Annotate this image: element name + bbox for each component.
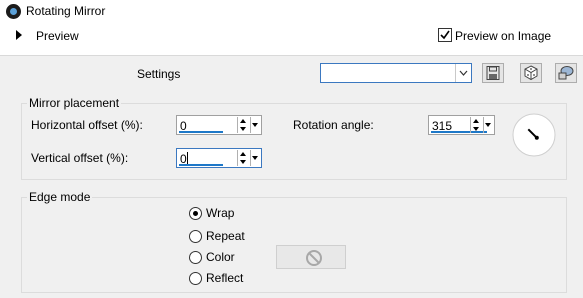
window-title: Rotating Mirror (26, 4, 106, 18)
edge-mode-reflect-label[interactable]: Reflect (206, 271, 243, 285)
edge-mode-repeat-label[interactable]: Repeat (206, 229, 245, 243)
edge-mode-color-radio[interactable] (189, 251, 202, 264)
edge-color-swatch-button[interactable] (276, 245, 346, 269)
reset-defaults-button[interactable] (555, 63, 577, 83)
horizontal-offset-label: Horizontal offset (%): (31, 118, 143, 132)
rotation-angle-spinner[interactable]: 315 (428, 115, 495, 135)
horizontal-offset-stepper[interactable] (237, 117, 249, 133)
rotation-angle-stepper[interactable] (470, 117, 482, 133)
preset-dropdown[interactable] (320, 63, 472, 83)
reset-defaults-icon (558, 66, 574, 80)
vertical-offset-label: Vertical offset (%): (31, 151, 129, 165)
save-preset-icon (486, 66, 500, 80)
disabled-icon (306, 250, 322, 266)
edge-mode-color-label[interactable]: Color (206, 250, 235, 264)
edge-mode-repeat-radio[interactable] (189, 230, 202, 243)
expand-triangle-icon[interactable] (16, 30, 22, 40)
chevron-down-icon[interactable] (455, 64, 471, 82)
edge-mode-reflect-radio[interactable] (189, 272, 202, 285)
rotation-dial[interactable] (511, 112, 557, 158)
settings-label: Settings (137, 67, 181, 81)
preview-toggle[interactable]: Preview (36, 29, 79, 43)
edge-mode-title: Edge mode (27, 190, 93, 204)
horizontal-offset-indicator (179, 131, 223, 133)
app-icon (6, 4, 21, 19)
rotation-angle-dropdown[interactable] (483, 117, 492, 133)
horizontal-offset-spinner[interactable]: 0 (176, 115, 262, 135)
vertical-offset-stepper[interactable] (237, 150, 249, 166)
vertical-offset-spinner[interactable]: 0 (176, 148, 262, 168)
edge-mode-wrap-radio[interactable] (189, 207, 202, 220)
randomize-button[interactable] (520, 63, 542, 83)
vertical-offset-indicator (179, 164, 223, 166)
checkmark-icon (440, 30, 450, 40)
horizontal-offset-dropdown[interactable] (250, 117, 259, 133)
vertical-offset-dropdown[interactable] (250, 150, 259, 166)
randomize-dice-icon (524, 65, 538, 81)
preview-on-image-checkbox[interactable] (438, 28, 452, 42)
save-preset-button[interactable] (482, 63, 504, 83)
rotation-angle-label: Rotation angle: (293, 118, 374, 132)
edge-mode-wrap-label[interactable]: Wrap (206, 206, 234, 220)
preview-on-image-label[interactable]: Preview on Image (455, 29, 551, 43)
mirror-placement-title: Mirror placement (27, 96, 122, 110)
